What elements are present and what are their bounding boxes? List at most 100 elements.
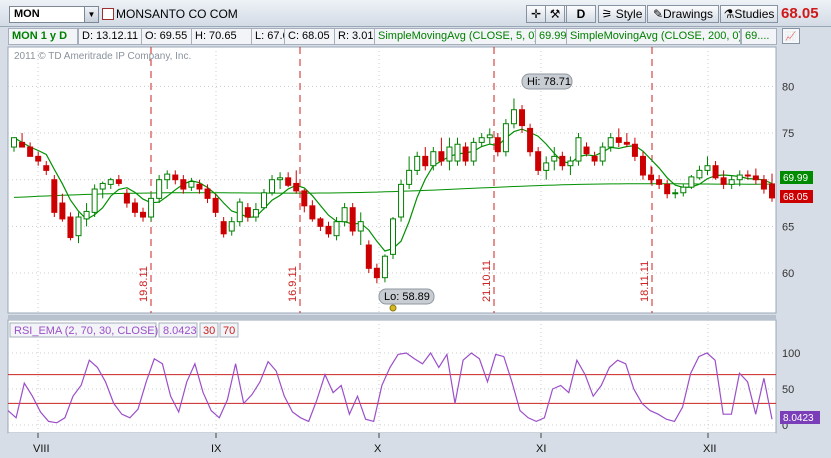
candle-body [535,151,542,171]
candle-body [672,192,679,195]
lo-marker-icon [389,304,397,312]
rsi-header: RSI_EMA (2, 70, 30, CLOSE) 8.0423 30 70 [9,322,239,338]
candle-body [252,209,259,218]
rsi-tick-label: 50 [782,384,794,396]
candle-body [260,192,267,209]
last-price-badge-value: 68.05 [783,192,808,203]
candle-body [301,190,308,207]
candle-body [398,183,405,218]
candle [236,198,243,227]
candle-body [365,244,372,269]
price-tick-label: 80 [782,81,794,93]
candle [639,151,646,180]
candle-body [656,179,663,185]
date-marker-label: 21.10.11 [481,260,493,302]
rsi-value: 8.0423 [163,325,197,337]
candle-body [664,183,671,195]
candle-body [212,197,219,213]
candle-body [188,181,195,188]
candle-body [11,137,17,148]
candle-body [333,221,340,237]
candle-body [752,175,759,181]
candle-body [760,179,767,190]
candle-body [91,188,98,213]
rsi-label: RSI_EMA (2, 70, 30, CLOSE) [14,325,158,337]
hi-label: Hi: 78.71 [527,76,571,88]
time-tick-label: IX [211,443,222,455]
candle-body [454,143,461,162]
candle-body [631,143,638,157]
candle-body [599,146,606,162]
last-price-badge: 68.05 [780,190,813,203]
candle-body [236,201,243,223]
chart-area[interactable]: 19.8.11 16.9.11 21.10.11 18.11.11 2011 © TD… [0,0,831,458]
candle-body [639,155,646,176]
candle-body [156,179,163,199]
rsi-value-badge-text: 8.0423 [783,413,814,424]
candle-body [99,182,106,190]
rsi-value-badge: 8.0423 [780,411,820,424]
candle-body [293,182,300,192]
candle-body [510,109,517,125]
candle-body [430,151,437,167]
candle-body [43,165,50,171]
candle-body [591,155,598,162]
candle [470,137,477,166]
candle-body [527,127,534,153]
candle-body [196,183,203,190]
candle-body [349,207,356,232]
candle-body [83,210,90,220]
candle-body [720,177,727,185]
candle-body [19,141,26,148]
candle-body [494,137,501,153]
candle-body [59,202,66,220]
price-tick-label: 75 [782,128,794,140]
candle-body [172,174,179,181]
candle-body [688,176,695,188]
candle-body [180,179,187,190]
candle-body [325,225,332,235]
sma5-badge: 69.99 [780,171,813,184]
date-marker-label: 19.8.11 [138,266,150,302]
candle [535,147,542,176]
candle [688,175,695,190]
candle-body [148,197,155,218]
candle-body [123,193,130,204]
price-tick-label: 65 [782,221,794,233]
candle [67,212,74,241]
candle [148,193,155,222]
candle-body [704,165,711,171]
candle-body [269,179,276,194]
rsi-level-low: 30 [203,325,215,337]
candle-body [131,202,138,213]
candle-body [75,216,82,237]
candle-body [220,221,227,235]
candle-body [406,169,413,185]
candle-body [140,211,147,218]
candle-body [623,141,630,145]
candle-body [107,179,114,185]
candle-body [285,177,292,186]
candle [349,203,356,236]
candle-body [373,267,380,279]
candle-body [615,137,622,143]
time-tick-label: XI [536,443,546,455]
candle-body [502,123,509,153]
candle-body [438,151,445,162]
candle [390,217,396,260]
candle-body [357,221,364,232]
time-axis: VIII IX X XI XII [8,433,776,458]
lo-label: Lo: 58.89 [384,291,430,303]
candle-body [519,109,526,127]
copyright-text: 2011 © TD Ameritrade IP Company, Inc. [14,51,191,62]
price-tick-label: 60 [782,268,794,280]
candle [575,133,582,166]
candle-body [422,155,429,167]
candle-body [462,146,469,162]
time-axis-bg [8,433,776,458]
rsi-level-high: 70 [223,325,235,337]
panel-splitter[interactable] [8,315,776,319]
candle-body [543,162,550,171]
candle-body [680,186,687,194]
candle-body [607,137,614,148]
